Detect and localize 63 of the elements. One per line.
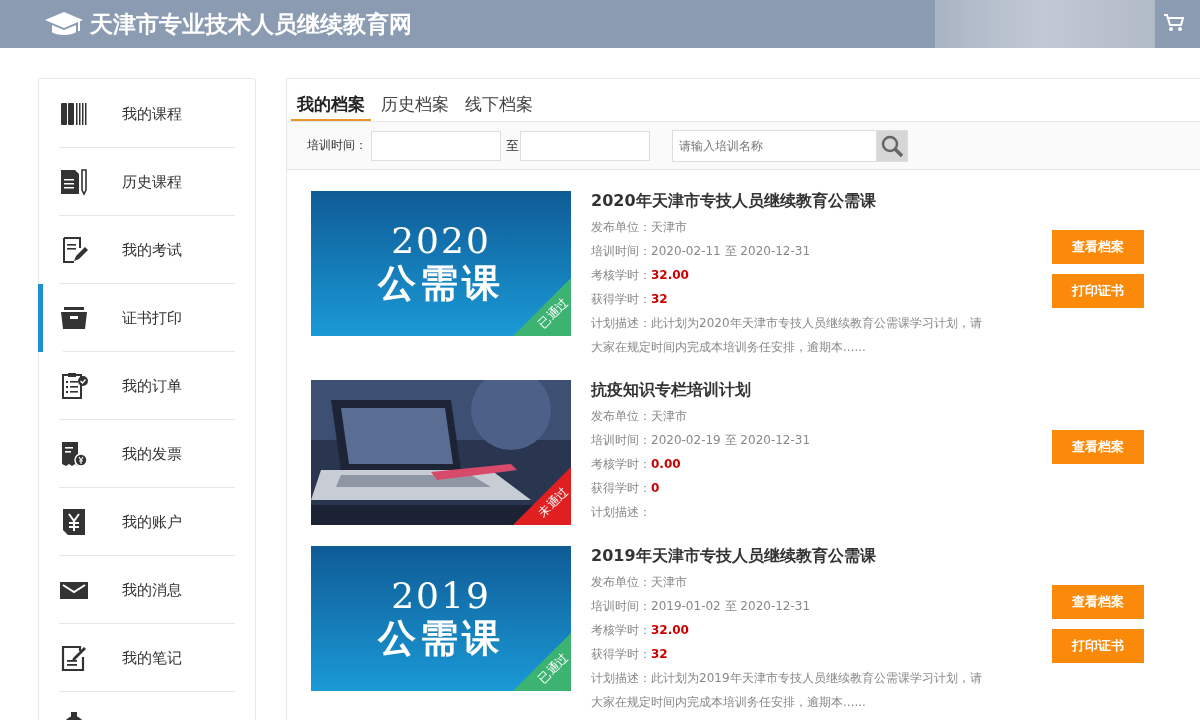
record-title[interactable]: 抗疫知识专栏培训计划	[591, 380, 991, 400]
required-hours-value: 0.00	[651, 457, 681, 471]
banner-year: 2019	[391, 575, 491, 616]
earned-hours-value: 0	[651, 481, 660, 495]
required-hours-label: 考核学时：	[591, 457, 651, 471]
period-text: 培训时间：2020-02-11 至 2020-12-31	[591, 243, 812, 260]
period-text: 培训时间：2020-02-19 至 2020-12-31	[591, 432, 812, 449]
tab[interactable]: 线下档案	[459, 79, 539, 121]
earned-hours-label: 获得学时：	[591, 481, 651, 495]
sidebar-item[interactable]: 历史课程	[39, 148, 255, 216]
sidebar-item[interactable]: 证书打印	[38, 284, 255, 352]
required-hours-value: 32.00	[651, 623, 689, 637]
search-button[interactable]	[876, 129, 908, 162]
invoice-icon	[59, 439, 89, 469]
search-field[interactable]: 请输入培训名称	[672, 129, 876, 162]
date-field[interactable]	[371, 130, 501, 161]
sidebar-item[interactable]: 我的考试	[39, 216, 255, 284]
field-label: 培训时间：	[307, 137, 367, 154]
earned-hours-label: 获得学时：	[591, 292, 651, 306]
sidebar-item[interactable]: 我的消息	[39, 556, 255, 624]
earned-hours-value: 32	[651, 292, 668, 306]
site-title: 天津市专业技术人员继续教育网	[90, 9, 412, 39]
banner-text: 公需课	[378, 615, 504, 662]
sidebar-label: 我的笔记	[122, 648, 182, 668]
sidebar-item[interactable]: 我的发票	[39, 420, 255, 488]
clipboard-icon	[59, 371, 89, 401]
status-label: 已通过	[535, 295, 571, 331]
sidebar-label: 历史课程	[122, 172, 182, 192]
plan-description: 计划描述：此计划为2019年天津市专技人员继续教育公需课学习计划，请大家在规定时间内完成本培训务任安排，逾期本......	[591, 670, 983, 711]
sidebar-label: 我的消息	[122, 580, 182, 600]
record-title[interactable]: 2020年天津市专技人员继续教育公需课	[591, 191, 991, 211]
publisher-text: 发布单位：天津市	[591, 408, 688, 425]
range-separator: 至	[506, 136, 519, 155]
plan-description: 计划描述：	[591, 504, 652, 521]
publisher-text: 发布单位：天津市	[591, 574, 688, 591]
period-text: 培训时间：2019-01-02 至 2020-12-31	[591, 598, 812, 615]
required-hours-value: 32.00	[651, 268, 689, 282]
record-title[interactable]: 2019年天津市专技人员继续教育公需课	[591, 546, 991, 566]
sidebar-item[interactable]: 我的账户	[39, 488, 255, 556]
sidebar-label: 我的课程	[122, 104, 182, 124]
banner-year: 2020	[391, 220, 491, 261]
earned-hours-label: 获得学时：	[591, 647, 651, 661]
required-hours-label: 考核学时：	[591, 268, 651, 282]
sidebar-label: 我的订单	[122, 376, 182, 396]
sidebar-label: 我的账户	[122, 512, 182, 532]
earned-hours-value: 32	[651, 647, 668, 661]
publisher-text: 发布单位：天津市	[591, 219, 688, 236]
status-label: 已通过	[535, 650, 571, 686]
sidebar-label: 我的发票	[122, 444, 182, 464]
tab[interactable]: 历史档案	[375, 79, 455, 121]
cart-icon[interactable]	[1164, 14, 1184, 32]
note-edit-icon	[59, 643, 89, 673]
date-field[interactable]	[520, 130, 650, 161]
sidebar-label: 证书打印	[122, 308, 182, 328]
plan-description: 计划描述：此计划为2020年天津市专技人员继续教育公需课学习计划，请大家在规定时间内完成本培训务任安排，逾期本......	[591, 315, 983, 356]
required-hours-label: 考核学时：	[591, 623, 651, 637]
status-label: 未通过	[535, 484, 571, 520]
sidebar-item[interactable]: 我的订单	[39, 352, 255, 420]
sidebar-item[interactable]: 我的课程	[39, 80, 255, 148]
sidebar-label: 我的考试	[122, 240, 182, 260]
document-icon	[59, 167, 89, 197]
sidebar-item[interactable]: 我的笔记	[39, 624, 255, 692]
banner-text: 公需课	[378, 260, 504, 307]
